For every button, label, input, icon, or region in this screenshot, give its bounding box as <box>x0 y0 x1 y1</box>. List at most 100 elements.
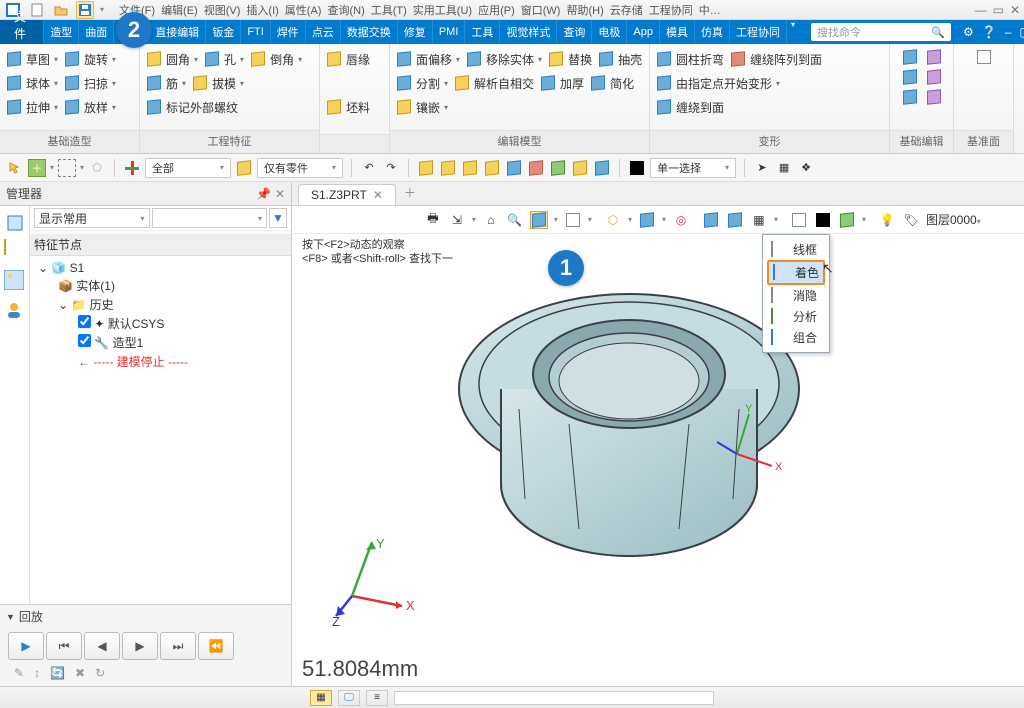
filter-icon[interactable]: ▼ <box>269 208 287 228</box>
btn-thread[interactable]: 标记外部螺纹 <box>146 96 238 118</box>
menu-window[interactable]: 窗口(W) <box>520 1 562 19</box>
btn-datum[interactable] <box>975 48 993 66</box>
rect-icon[interactable] <box>58 159 76 177</box>
pal-8[interactable] <box>571 159 589 177</box>
tree-history[interactable]: 历史 <box>90 298 114 312</box>
tab-data[interactable]: 数据交换 <box>341 20 398 44</box>
btn-copy[interactable] <box>925 48 943 66</box>
next-button[interactable]: ▶ <box>122 632 158 660</box>
btn-thicken[interactable]: 加厚 <box>540 72 584 94</box>
pal-3[interactable] <box>461 159 479 177</box>
btn-offset[interactable]: 面偏移▾ <box>396 48 460 70</box>
btn-rib[interactable]: 筋▾ <box>146 72 186 94</box>
menu-app[interactable]: 应用(P) <box>477 1 516 19</box>
vt-user-icon[interactable] <box>4 300 26 322</box>
btn-move[interactable] <box>901 48 919 66</box>
help-icon[interactable]: ❔ <box>982 25 997 39</box>
menu-analyze[interactable]: 分析 <box>767 306 825 327</box>
tab-collab2[interactable]: 工程协同 <box>730 20 787 44</box>
menu-query[interactable]: 查询(N) <box>326 1 365 19</box>
tree-feature1[interactable]: 造型1 <box>113 336 144 350</box>
pal-6[interactable] <box>527 159 545 177</box>
btn-wrap-array[interactable]: 缠绕阵列到面 <box>730 48 822 70</box>
btn-shell[interactable]: 抽壳 <box>598 48 642 70</box>
tab-overflow-icon[interactable]: ▾ <box>787 20 799 44</box>
tree-csys[interactable]: 默认CSYS <box>108 317 165 331</box>
btn-draft[interactable]: 拔模▾ <box>192 72 244 94</box>
color-icon[interactable] <box>123 159 141 177</box>
pal-4[interactable] <box>483 159 501 177</box>
feature-tree[interactable]: 特征节点 ⌄ 🧊 S1 📦 实体(1) ⌄ 📁 历史 ✦ 默认CSYS 🔧 造型… <box>30 234 291 604</box>
btn-sphere[interactable]: 球体▾ <box>6 72 58 94</box>
btn-extrude[interactable]: 拉伸▾ <box>6 96 58 118</box>
sidebar-filter-combo[interactable]: ▾ <box>152 208 268 228</box>
btn-revolve[interactable]: 旋转▾ <box>64 48 116 70</box>
qat-open-icon[interactable] <box>52 1 70 19</box>
add-icon[interactable]: ＋ <box>28 159 46 177</box>
sb-view1[interactable]: ▦ <box>310 690 332 706</box>
btn-simplify[interactable]: 简化 <box>590 72 634 94</box>
add-tab-icon[interactable]: ＋ <box>396 180 424 205</box>
child-min-icon[interactable]: – <box>1005 25 1012 39</box>
btn-loft[interactable]: 放样▾ <box>64 96 116 118</box>
tab-file[interactable]: 文件(F) <box>0 20 44 44</box>
move-icon[interactable]: ↕ <box>34 666 40 680</box>
menu-tools[interactable]: 工具(T) <box>370 1 408 19</box>
btn-sweep[interactable]: 扫掠▾ <box>64 72 116 94</box>
btn-deform[interactable]: 由指定点开始变形▾ <box>656 72 780 94</box>
gear-icon[interactable]: ⚙ <box>963 25 974 39</box>
doc-tab[interactable]: S1.Z3PRT✕ <box>298 184 396 205</box>
tree-csys-check[interactable] <box>78 315 91 328</box>
tree-feat-check[interactable] <box>78 334 91 347</box>
btn-scale[interactable] <box>901 88 919 106</box>
tab-mold[interactable]: 模具 <box>660 20 695 44</box>
layer-select[interactable]: 图层0000▾ <box>926 211 1016 228</box>
tab-apps[interactable]: App <box>627 20 660 44</box>
vb-label-icon[interactable]: 🏷 <box>902 211 920 229</box>
pal-1[interactable] <box>417 159 435 177</box>
tab-sheet[interactable]: 钣金 <box>206 20 241 44</box>
play-button[interactable]: ▶ <box>8 632 44 660</box>
tab-direct[interactable]: 直接编辑 <box>149 20 206 44</box>
menu-help[interactable]: 帮助(H) <box>565 1 604 19</box>
sb-view2[interactable]: 🖵 <box>338 690 360 706</box>
tab-sim[interactable]: 仿真 <box>695 20 730 44</box>
tree-root[interactable]: S1 <box>70 261 85 275</box>
sq-black[interactable] <box>628 159 646 177</box>
sb-view3[interactable]: ≡ <box>366 690 388 706</box>
menu-combine[interactable]: 组合 <box>767 327 825 348</box>
grid-icon[interactable]: ▦ <box>775 159 793 177</box>
tab-weld[interactable]: 焊件 <box>271 20 306 44</box>
tab-electrode[interactable]: 电极 <box>592 20 627 44</box>
btn-split[interactable]: 分割▾ <box>396 72 448 94</box>
qat-dropdown-icon[interactable]: ▾ <box>100 5 104 14</box>
close-panel-icon[interactable]: ✕ <box>275 187 285 201</box>
rewind-button[interactable]: ⏪ <box>198 632 234 660</box>
step-back-button[interactable]: ⏮ <box>46 632 82 660</box>
qat-save-icon[interactable] <box>76 1 94 19</box>
btn-intersect[interactable]: 解析自相交 <box>454 72 534 94</box>
select-icon[interactable] <box>6 159 24 177</box>
tab-repair[interactable]: 修复 <box>398 20 433 44</box>
step-fwd-button[interactable]: ⏭ <box>160 632 196 660</box>
pal-2[interactable] <box>439 159 457 177</box>
maximize-icon[interactable]: ▭ <box>993 3 1004 17</box>
vb-material-icon[interactable] <box>838 211 856 229</box>
btn-tessellate[interactable]: 镶嵌▾ <box>396 96 448 118</box>
roll-icon[interactable]: 🔄 <box>50 666 65 680</box>
btn-remove[interactable]: 移除实体▾ <box>466 48 542 70</box>
pal-9[interactable] <box>593 159 611 177</box>
search-input[interactable]: 搜找命令🔍 <box>811 23 951 41</box>
btn-del[interactable] <box>925 88 943 106</box>
layers-icon[interactable]: ❖ <box>797 159 815 177</box>
tab-model[interactable]: 造型 <box>44 20 79 44</box>
menu-props[interactable]: 属性(A) <box>284 1 323 19</box>
btn-sketch[interactable]: 草图▾ <box>6 48 58 70</box>
vb-bulb-icon[interactable]: 💡 <box>878 211 896 229</box>
arrow-icon[interactable]: ➤ <box>753 159 771 177</box>
menu-edit[interactable]: 编辑(E) <box>160 1 199 19</box>
pal-5[interactable] <box>505 159 523 177</box>
btn-hole[interactable]: 孔▾ <box>204 48 244 70</box>
btn-mirror[interactable] <box>901 68 919 86</box>
btn-replace[interactable]: 替换 <box>548 48 592 70</box>
